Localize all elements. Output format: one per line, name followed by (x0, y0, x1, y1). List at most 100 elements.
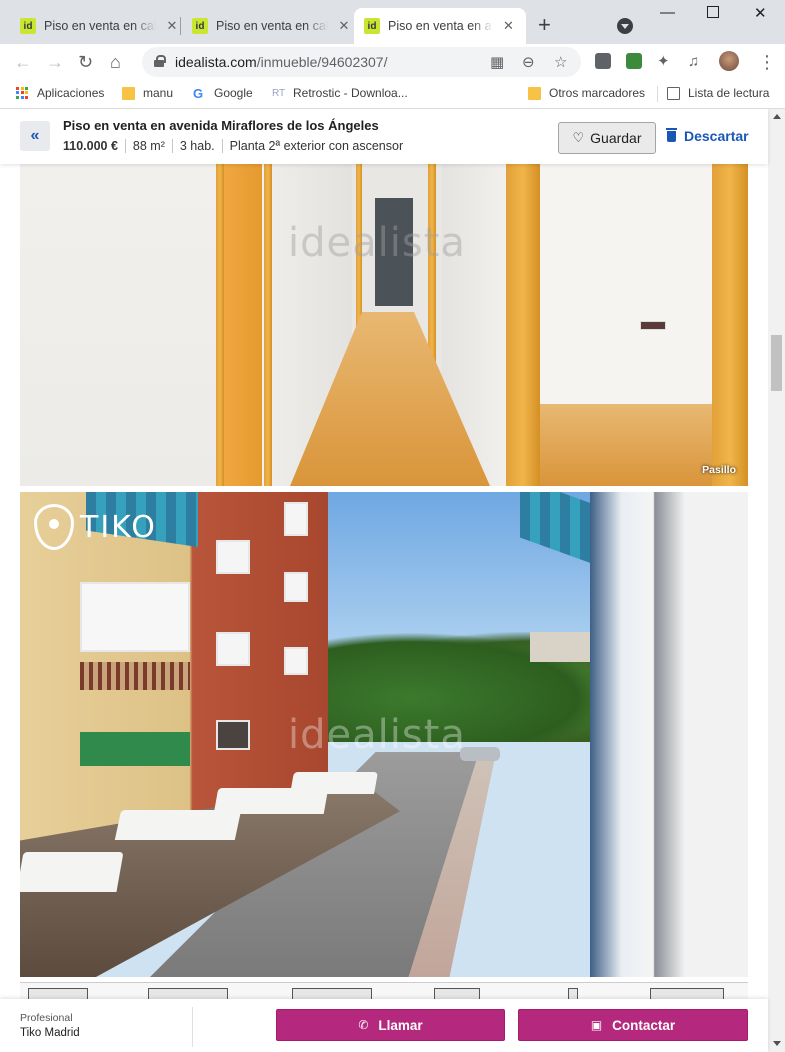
bookmark-manu[interactable]: manu (122, 86, 173, 100)
window-close-icon[interactable]: ✕ (754, 4, 767, 22)
page-scrollbar[interactable] (768, 109, 785, 1052)
extension-icon[interactable] (595, 53, 611, 69)
minimize-icon[interactable]: — (660, 4, 675, 21)
idealista-favicon-icon: id (192, 18, 208, 34)
photo-wall (20, 164, 220, 486)
bookmark-label: manu (143, 86, 174, 100)
idealista-watermark: idealista (288, 712, 466, 758)
bookmark-other[interactable]: Otros marcadores (528, 86, 645, 100)
listing-price: 110.000 € (63, 139, 118, 153)
listing-features: 110.000 € 88 m² 3 hab. Planta 2ª exterio… (63, 139, 410, 153)
apps-grid-icon (16, 86, 29, 100)
photo-window (216, 720, 250, 750)
bookmark-google[interactable]: G Google (193, 86, 253, 100)
heart-icon: ♡ (572, 130, 585, 145)
tab-title: Piso en venta en calle (216, 19, 328, 33)
idealista-watermark: idealista (288, 220, 466, 266)
home-icon[interactable]: ⌂ (110, 51, 121, 73)
folder-icon (528, 86, 541, 100)
bookmark-retrostic[interactable]: RT Retrostic - Downloa... (272, 86, 408, 100)
listing-floor: Planta 2ª exterior con ascensor (221, 139, 410, 153)
bookmark-apps[interactable]: Aplicaciones (16, 86, 104, 100)
discard-button[interactable]: Descartar (666, 127, 749, 144)
google-icon: G (193, 85, 204, 101)
tab-search-icon[interactable] (617, 18, 633, 34)
gallery-photo-hallway[interactable]: idealista Pasillo (20, 164, 748, 486)
scrollbar-thumb[interactable] (771, 335, 782, 391)
scroll-down-arrow-icon[interactable] (773, 1041, 781, 1046)
listing-size: 88 m² (124, 139, 172, 153)
photo-window (284, 502, 308, 536)
photo-door (218, 164, 262, 486)
advertiser-name: Tiko Madrid (20, 1027, 80, 1039)
zoom-icon[interactable]: ⊖ (522, 53, 535, 71)
browser-tab-2[interactable]: id Piso en venta en calle ✕ (182, 8, 362, 44)
tab-title: Piso en venta en avenida (388, 19, 493, 33)
bookmark-label: Lista de lectura (688, 86, 770, 100)
photo-door-frame (264, 164, 272, 486)
gallery-photo-street[interactable]: idealista TIKO (20, 492, 748, 977)
browser-toolbar: ← → ↻ ⌂ idealista.com/inmueble/94602307/… (0, 44, 785, 80)
browser-tab-1[interactable]: id Piso en venta en calle ✕ (10, 8, 190, 44)
browser-menu-icon[interactable]: ⋮ (758, 51, 776, 73)
bookmark-star-icon[interactable]: ☆ (554, 53, 567, 71)
chat-icon: ▣ (590, 1018, 603, 1032)
photo-door-frame (216, 164, 224, 486)
url-text[interactable]: idealista.com/inmueble/94602307/ (175, 54, 387, 70)
photo-caption: Pasillo (702, 464, 736, 476)
trash-icon (666, 127, 677, 142)
tiko-logo: TIKO (34, 504, 157, 550)
photo-window (216, 632, 250, 666)
url-host: idealista.com (175, 54, 257, 70)
bookmark-reading-list[interactable]: Lista de lectura (667, 86, 769, 100)
back-to-list-button[interactable]: « (20, 121, 50, 151)
back-arrow-icon[interactable]: ← (14, 51, 32, 73)
close-icon[interactable]: ✕ (501, 18, 516, 34)
maximize-icon[interactable] (707, 6, 719, 18)
close-icon[interactable]: ✕ (336, 18, 352, 34)
contact-footer: Profesional Tiko Madrid ✆ Llamar ▣ Conta… (0, 999, 768, 1052)
profile-avatar[interactable] (719, 51, 739, 71)
photo-distant-building (530, 632, 590, 662)
photo-window (216, 540, 250, 574)
photo-window (80, 582, 190, 652)
advertiser-type: Profesional (20, 1012, 73, 1024)
contact-button[interactable]: ▣ Contactar (518, 1009, 748, 1041)
discard-label: Descartar (684, 128, 749, 144)
call-label: Llamar (378, 1017, 423, 1033)
browser-tab-3-active[interactable]: id Piso en venta en avenida ✕ (354, 8, 526, 44)
reload-icon[interactable]: ↻ (78, 51, 93, 73)
photo-door-frame (506, 164, 540, 486)
close-icon[interactable]: ✕ (164, 18, 180, 34)
idealista-favicon-icon: id (364, 18, 380, 34)
lock-icon[interactable] (154, 55, 166, 67)
photo-window (284, 572, 308, 602)
bookmark-label: Otros marcadores (549, 86, 646, 100)
idealista-favicon-icon: id (20, 18, 36, 34)
bookmark-label: Retrostic - Downloa... (293, 86, 408, 100)
address-bar[interactable]: idealista.com/inmueble/94602307/ ▦ ⊖ ☆ (142, 47, 581, 77)
bookmarks-bar: Aplicaciones manu G Google RT Retrostic … (0, 80, 785, 108)
save-button[interactable]: ♡ Guardar (558, 122, 656, 154)
folder-icon (122, 86, 135, 100)
url-path: /inmueble/94602307/ (256, 54, 388, 70)
photo-open-window (590, 492, 748, 977)
media-control-icon[interactable]: ♫ (688, 51, 699, 73)
extension-icon[interactable] (626, 53, 642, 69)
footer-divider (192, 1007, 193, 1047)
extensions-puzzle-icon[interactable]: ✦ (657, 51, 670, 73)
tab-divider (180, 17, 181, 35)
call-button[interactable]: ✆ Llamar (276, 1009, 505, 1041)
listing-title: Piso en venta en avenida Miraflores de l… (63, 118, 379, 133)
photo-car (460, 747, 500, 761)
photo-umbrella (20, 852, 124, 892)
photo-awning (520, 492, 600, 567)
listing-sticky-header: « Piso en venta en avenida Miraflores de… (0, 109, 768, 164)
forward-arrow-icon[interactable]: → (46, 51, 64, 73)
photo-umbrella (114, 810, 242, 840)
new-tab-button[interactable]: + (538, 14, 551, 36)
qr-code-icon[interactable]: ▦ (490, 53, 504, 71)
scroll-up-arrow-icon[interactable] (773, 114, 781, 119)
tiko-logo-text: TIKO (80, 509, 157, 545)
bookmark-label: Google (214, 86, 253, 100)
